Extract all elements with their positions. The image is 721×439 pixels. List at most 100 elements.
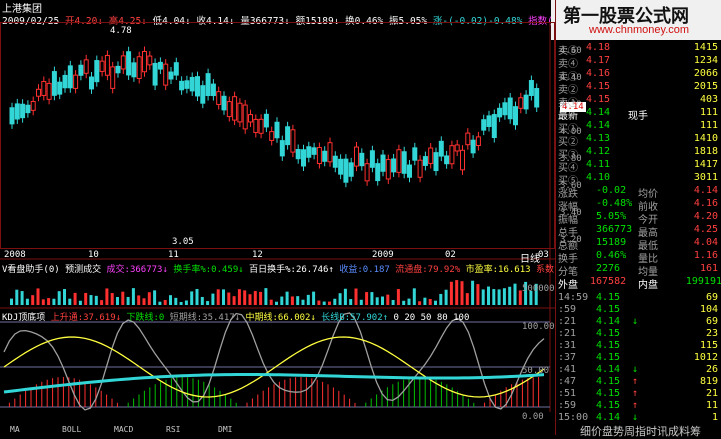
- quote-row: 买③ 4.12 1818: [556, 146, 721, 161]
- volume-bar: [20, 291, 24, 305]
- volume-bar: [57, 291, 61, 305]
- candle-body: [168, 71, 174, 80]
- vol-amount: 成交:366773↓: [106, 265, 168, 275]
- volume-bar: [137, 295, 141, 305]
- volume-bar: [31, 295, 35, 305]
- volume-bar: [386, 294, 390, 305]
- candle-body: [513, 106, 518, 126]
- candle-body: [465, 132, 471, 146]
- candle-body: [248, 114, 253, 123]
- volume-bar: [142, 298, 146, 305]
- quote-cell: 1012: [693, 352, 718, 363]
- candle-body: [89, 76, 94, 90]
- candle-body: [507, 97, 513, 120]
- quote-row: 卖① 4.15 403: [556, 94, 721, 109]
- candle-body: [359, 152, 365, 167]
- candle-body: [354, 146, 359, 167]
- quote-row: 买① 4.14 111: [556, 120, 721, 135]
- volume-bar: [15, 289, 19, 305]
- time-tick: 02: [445, 250, 456, 260]
- volume-bar: [513, 283, 517, 305]
- quote-row: 卖③ 4.16 2066: [556, 68, 721, 83]
- kdj-tick: 0.00: [522, 412, 544, 422]
- quote-row: 涨跌 -0.02 均价 4.14: [556, 185, 721, 200]
- vol-ratio: 系数: [535, 265, 554, 275]
- quote-cell: 4.14: [586, 107, 611, 118]
- tab-rsi[interactable]: RSI: [166, 425, 180, 434]
- bottom-bar[interactable]: 细价盘势周指时讯成料筹: [580, 423, 701, 439]
- volume-bar: [126, 296, 130, 305]
- tab-dmi[interactable]: DMI: [218, 425, 232, 434]
- quote-cell: 4.14: [596, 316, 621, 327]
- candle-body: [104, 54, 110, 76]
- kdj-long: 长线B:57.902↑: [321, 313, 389, 323]
- volume-bar: [184, 300, 188, 305]
- candle-body: [316, 147, 322, 165]
- tab-macd[interactable]: MACD: [114, 425, 133, 434]
- quote-cell: 69: [705, 316, 718, 327]
- candle-body: [454, 144, 460, 152]
- quote-cell: 2066: [693, 68, 718, 79]
- quote-cell: 0.46%: [596, 250, 627, 261]
- candle-body: [412, 147, 418, 161]
- quote-cell: ↑: [632, 388, 639, 399]
- quote-cell: 104: [699, 304, 718, 315]
- candle-body: [417, 159, 423, 178]
- volume-bar: [460, 281, 464, 305]
- volume-bar: [407, 298, 411, 305]
- quote-cell: :47: [558, 376, 577, 387]
- quote-cell: 4.17: [586, 55, 611, 66]
- volume-bar: [396, 289, 400, 305]
- quote-cell: 2015: [693, 81, 718, 92]
- candle-body: [14, 103, 20, 120]
- candle-body: [385, 159, 391, 180]
- quote-cell: 14:59: [558, 292, 589, 303]
- candle-body: [391, 158, 397, 173]
- volume-bar: [508, 286, 512, 305]
- kdj-mid: 中期线:66.002↓: [245, 313, 316, 323]
- candle-body: [301, 149, 306, 167]
- candle-body: [438, 140, 444, 157]
- quote-cell: 1234: [693, 55, 718, 66]
- quote-cell: 4.15: [596, 328, 621, 339]
- volume-bar: [296, 296, 300, 305]
- quote-cell: 4.11: [586, 159, 611, 170]
- candle-body: [57, 81, 63, 95]
- time-tick: 12: [252, 250, 263, 260]
- tab-ma[interactable]: MA: [10, 425, 20, 434]
- volume-bar: [264, 288, 268, 305]
- quote-cell: 2276: [596, 263, 621, 274]
- kdj-levels: 0 20 50 80 100: [393, 313, 470, 323]
- volume-bar: [94, 295, 98, 305]
- quote-cell: 4.14: [596, 364, 621, 375]
- kdj-down: 下跌线:0: [126, 313, 165, 323]
- quote-cell: 1: [711, 412, 718, 423]
- quote-cell: 4.14: [693, 185, 718, 196]
- volume-bar: [465, 293, 469, 305]
- candle-body: [9, 107, 15, 125]
- candle-body: [528, 80, 534, 96]
- quote-row: 总额 15189 最低 4.04: [556, 237, 721, 252]
- kdj-tick: 100.00: [522, 322, 555, 332]
- quote-cell: 4.15: [596, 388, 621, 399]
- candle-body: [152, 62, 158, 86]
- volume-bar: [402, 300, 406, 305]
- candle-body: [131, 62, 137, 78]
- volume-bar: [25, 298, 29, 305]
- quote-cell: 4.15: [596, 304, 621, 315]
- candle-body: [322, 150, 328, 162]
- candle-body: [51, 71, 57, 96]
- quote-row: 外盘 167582 内盘 199191: [556, 276, 721, 291]
- candle-body: [502, 102, 508, 116]
- candle-body: [226, 101, 232, 118]
- candle-body: [46, 82, 52, 100]
- quote-cell: 11: [705, 400, 718, 411]
- candle-body: [157, 61, 163, 70]
- quote-cell: ↓: [632, 412, 639, 423]
- tab-boll[interactable]: BOLL: [62, 425, 81, 434]
- volume-bar: [63, 289, 66, 305]
- main-chart[interactable]: [0, 22, 555, 412]
- candle-body: [237, 102, 243, 123]
- candle-body: [25, 104, 31, 114]
- volume-bar: [211, 293, 215, 305]
